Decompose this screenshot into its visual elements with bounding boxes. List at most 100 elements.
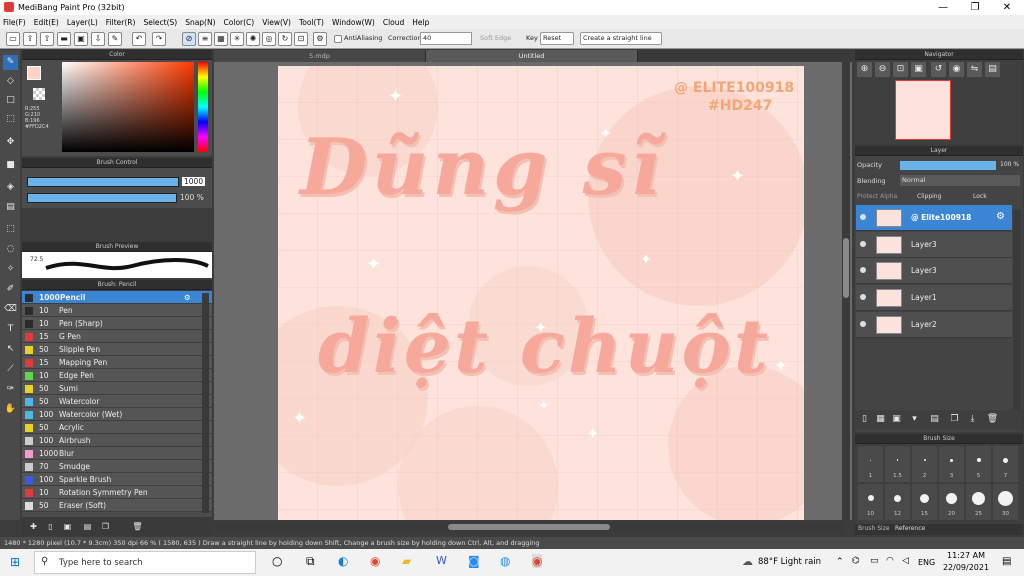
share-icon[interactable]: ⇧ [40,32,54,46]
zoom-icon[interactable]: ◙ [468,554,480,568]
windows-start-icon[interactable]: ⊞ [10,555,20,569]
lasso-icon[interactable]: ◌ [3,242,18,257]
hand-move-icon[interactable]: ✥ [3,135,18,150]
close-button[interactable]: ✕ [992,0,1022,15]
volume-icon[interactable]: ◁ [902,556,909,566]
eraser-tool-icon[interactable]: ◇ [3,74,18,89]
layer-visibility-icon[interactable] [860,267,866,274]
brush-list-item[interactable]: 10 Rotation Symmetry Pen [22,486,212,499]
notifications-icon[interactable]: ▤ [1002,556,1011,567]
edge-icon[interactable]: ◐ [338,554,348,568]
word-icon[interactable]: W [436,554,447,567]
brush-size-cell[interactable]: 10 [858,484,883,520]
brush-size-cell[interactable]: 25 [966,484,991,520]
create-straight-line-button[interactable]: Create a straight line [580,32,662,45]
flip-icon[interactable]: ⇋ [967,62,982,77]
circle-snap-icon[interactable]: ◎ [262,32,276,46]
text-tool-icon[interactable]: T [3,322,18,337]
cross-snap-icon[interactable]: ▦ [214,32,228,46]
radial-snap-icon[interactable]: ✺ [246,32,260,46]
brush-list-item[interactable]: 50 Sumi [22,382,212,395]
download-icon[interactable]: ⇩ [91,32,105,46]
brush-list-item[interactable]: 1000 Blur [22,447,212,460]
minimize-button[interactable]: — [928,0,958,15]
clock-date[interactable]: 22/09/2021 [942,563,990,572]
vertical-scroll-thumb[interactable] [843,238,849,298]
menu-view[interactable]: View(V) [262,18,291,27]
layer-visibility-icon[interactable] [860,294,866,301]
magic-wand-icon[interactable]: ✧ [3,262,18,277]
layer-row[interactable]: Layer1 [856,285,1012,312]
operation-icon[interactable]: ↖ [3,342,18,357]
color-square-picker[interactable] [62,62,194,152]
brush-settings-icon[interactable]: ▣ [60,519,75,534]
brush-size-value[interactable]: 1000 [182,177,206,186]
new-1bit-layer-icon[interactable]: ▣ [889,412,904,427]
snap-settings-icon[interactable]: ⚙ [313,32,327,46]
tab-untitled[interactable]: Untitled [426,50,638,62]
brush-opacity-slider[interactable] [27,193,177,203]
brush-size-cell[interactable]: 2 [912,446,937,482]
zoom-in-icon[interactable]: ⊕ [857,62,872,77]
clock-time[interactable]: 11:27 AM [946,551,986,560]
blending-select[interactable]: Normal [900,175,1020,186]
hand-tool-icon[interactable]: ✋ [3,402,18,417]
brush-list-item[interactable]: 70 Smudge [22,460,212,473]
correction-select[interactable]: 40 [420,32,472,45]
layer-folder-icon[interactable]: ▤ [927,412,942,427]
medibang-taskbar-icon[interactable]: ◉ [532,554,543,568]
weather-text[interactable]: 88°F Light rain [758,557,821,567]
rotate-reset-icon[interactable]: ◉ [949,62,964,77]
upload-icon[interactable]: ⇪ [23,32,37,46]
tab-5-mdp[interactable]: 5.mdp [214,50,426,62]
pen-tool-icon[interactable]: ✎ [3,55,18,70]
canvas-horizontal-scrollbar[interactable] [214,522,844,532]
brush-list-item[interactable]: 50 Slipple Pen [22,343,212,356]
lock-checkbox[interactable]: Lock [973,193,987,200]
layer-opacity-slider[interactable] [900,161,996,170]
wifi-icon[interactable]: ◠ [886,556,894,566]
brush-list-scrollbar[interactable] [202,293,209,513]
brush-size-cell[interactable]: 3 [939,446,964,482]
protect-alpha-checkbox[interactable]: Protect Alpha [857,193,897,200]
show-hidden-icons[interactable]: ⌃ [836,557,844,567]
menu-snap[interactable]: Snap(N) [185,18,215,27]
brush-list-item[interactable]: 10 Pen [22,304,212,317]
brush-size-cell[interactable]: 12 [885,484,910,520]
menu-tool[interactable]: Tool(T) [299,18,324,27]
actual-size-icon[interactable]: ▣ [911,62,926,77]
brush-settings-gear-icon[interactable]: ⚙ [184,291,191,304]
duplicate-layer-icon[interactable]: ❐ [947,412,962,427]
brush-list-item[interactable]: 15 G Pen [22,330,212,343]
brush-list-item[interactable]: 50 Watercolor [22,395,212,408]
curve-snap-icon[interactable]: ↻ [278,32,292,46]
bucket-icon[interactable]: ◈ [3,180,18,195]
file-explorer-icon[interactable]: ▰ [402,554,411,568]
menu-color[interactable]: Color(C) [224,18,255,27]
brush-list-item[interactable]: 15 Mapping Pen [22,356,212,369]
navigator-thumbnail[interactable] [895,80,951,140]
select-icon[interactable]: ⬚ [3,222,18,237]
menu-window[interactable]: Window(W) [332,18,375,27]
brush-list-item[interactable]: 10 Pen (Sharp) [22,317,212,330]
brush-add-icon[interactable]: ✚ [26,519,41,534]
redo-icon[interactable]: ↷ [152,32,166,46]
navigator-menu-icon[interactable]: ▤ [985,62,1000,77]
divide-icon[interactable]: ⟋ [3,362,18,377]
maximize-button[interactable]: ❐ [960,0,990,15]
layer-visibility-icon[interactable] [860,320,866,327]
hue-slider[interactable] [198,62,208,152]
brush-delete-icon[interactable]: 🗑 [130,519,145,534]
menu-cloud[interactable]: Cloud [383,18,404,27]
vanish-snap-icon[interactable]: ✳ [230,32,244,46]
battery-icon[interactable]: ▭ [870,556,879,566]
fit-icon[interactable]: ⊡ [893,62,908,77]
brush-list-item[interactable]: 10 Edge Pen [22,369,212,382]
menu-select[interactable]: Select(S) [143,18,177,27]
menu-filter[interactable]: Filter(R) [106,18,136,27]
merge-layer-icon[interactable]: ⤓ [965,412,980,427]
brush-size-cell[interactable]: 5 [966,446,991,482]
eyedropper-icon[interactable]: ✑ [3,382,18,397]
layer-visibility-icon[interactable] [860,214,866,220]
brush-size-slider[interactable] [27,177,179,187]
